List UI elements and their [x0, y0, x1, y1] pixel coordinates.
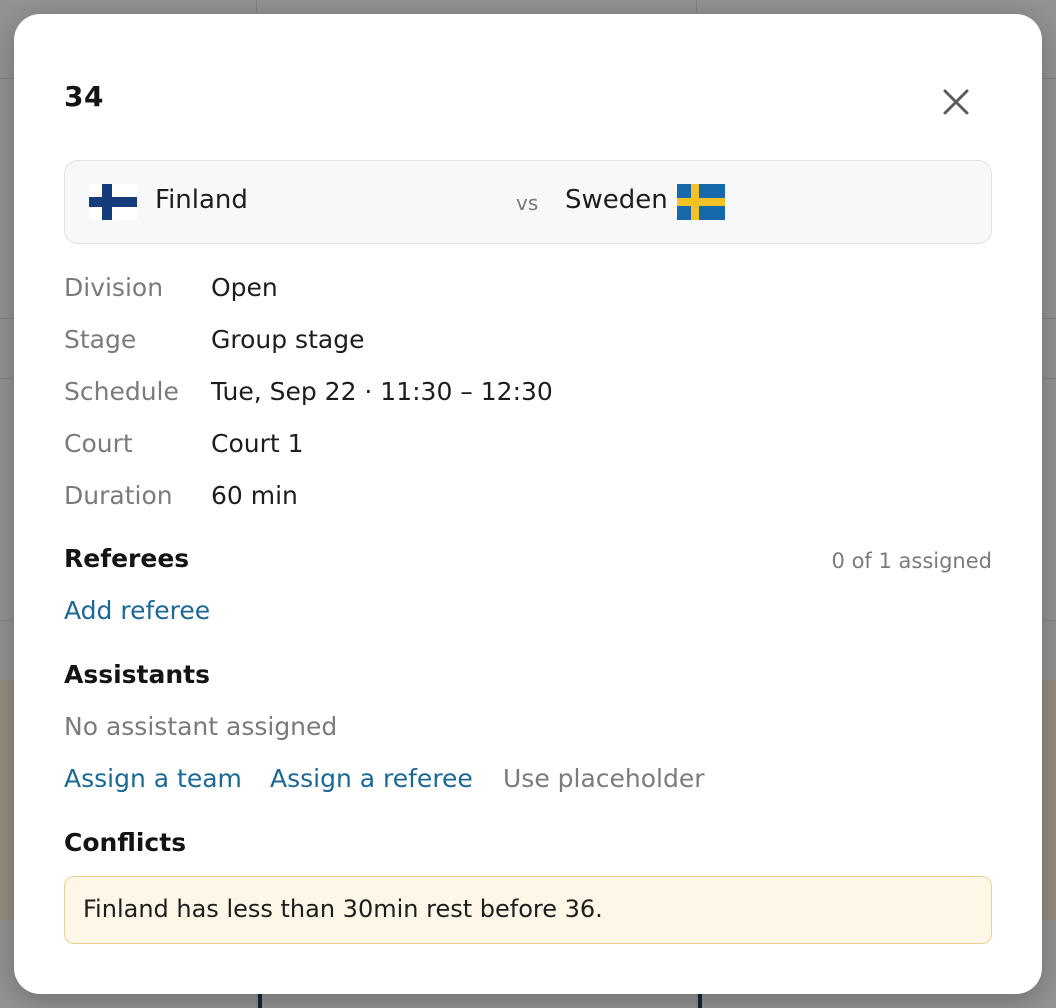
- detail-value: Open: [211, 273, 278, 302]
- modal-title: 34: [64, 80, 104, 113]
- detail-value: Tue, Sep 22 · 11:30 – 12:30: [211, 377, 553, 406]
- assign-team-link[interactable]: Assign a team: [64, 764, 242, 793]
- detail-label: Schedule: [64, 377, 179, 406]
- detail-label: Duration: [64, 481, 173, 510]
- close-button[interactable]: [938, 84, 974, 120]
- detail-value: Group stage: [211, 325, 365, 354]
- detail-value: Court 1: [211, 429, 304, 458]
- assign-referee-link[interactable]: Assign a referee: [270, 764, 473, 793]
- detail-label: Stage: [64, 325, 137, 354]
- conflict-message: Finland has less than 30min rest before …: [83, 895, 603, 923]
- use-placeholder-link[interactable]: Use placeholder: [503, 764, 705, 793]
- detail-label: Division: [64, 273, 164, 302]
- match-details-modal: 34 Finland vs Sweden Division Open Stage…: [14, 14, 1042, 994]
- vs-label: vs: [516, 191, 539, 215]
- add-referee-link[interactable]: Add referee: [64, 596, 210, 625]
- matchup-card: Finland vs Sweden: [64, 160, 992, 244]
- no-assistant-text: No assistant assigned: [64, 712, 338, 741]
- assistants-heading: Assistants: [64, 660, 211, 689]
- referees-heading: Referees: [64, 544, 190, 573]
- home-team-name: Finland: [155, 185, 248, 215]
- finland-flag-icon: [89, 184, 137, 220]
- close-icon: [938, 84, 974, 120]
- detail-value: 60 min: [211, 481, 298, 510]
- conflict-alert: Finland has less than 30min rest before …: [64, 876, 992, 944]
- conflicts-heading: Conflicts: [64, 828, 187, 857]
- sweden-flag-icon: [677, 184, 725, 220]
- detail-label: Court: [64, 429, 133, 458]
- away-team-name: Sweden: [565, 185, 668, 215]
- referees-assigned-count: 0 of 1 assigned: [831, 549, 992, 573]
